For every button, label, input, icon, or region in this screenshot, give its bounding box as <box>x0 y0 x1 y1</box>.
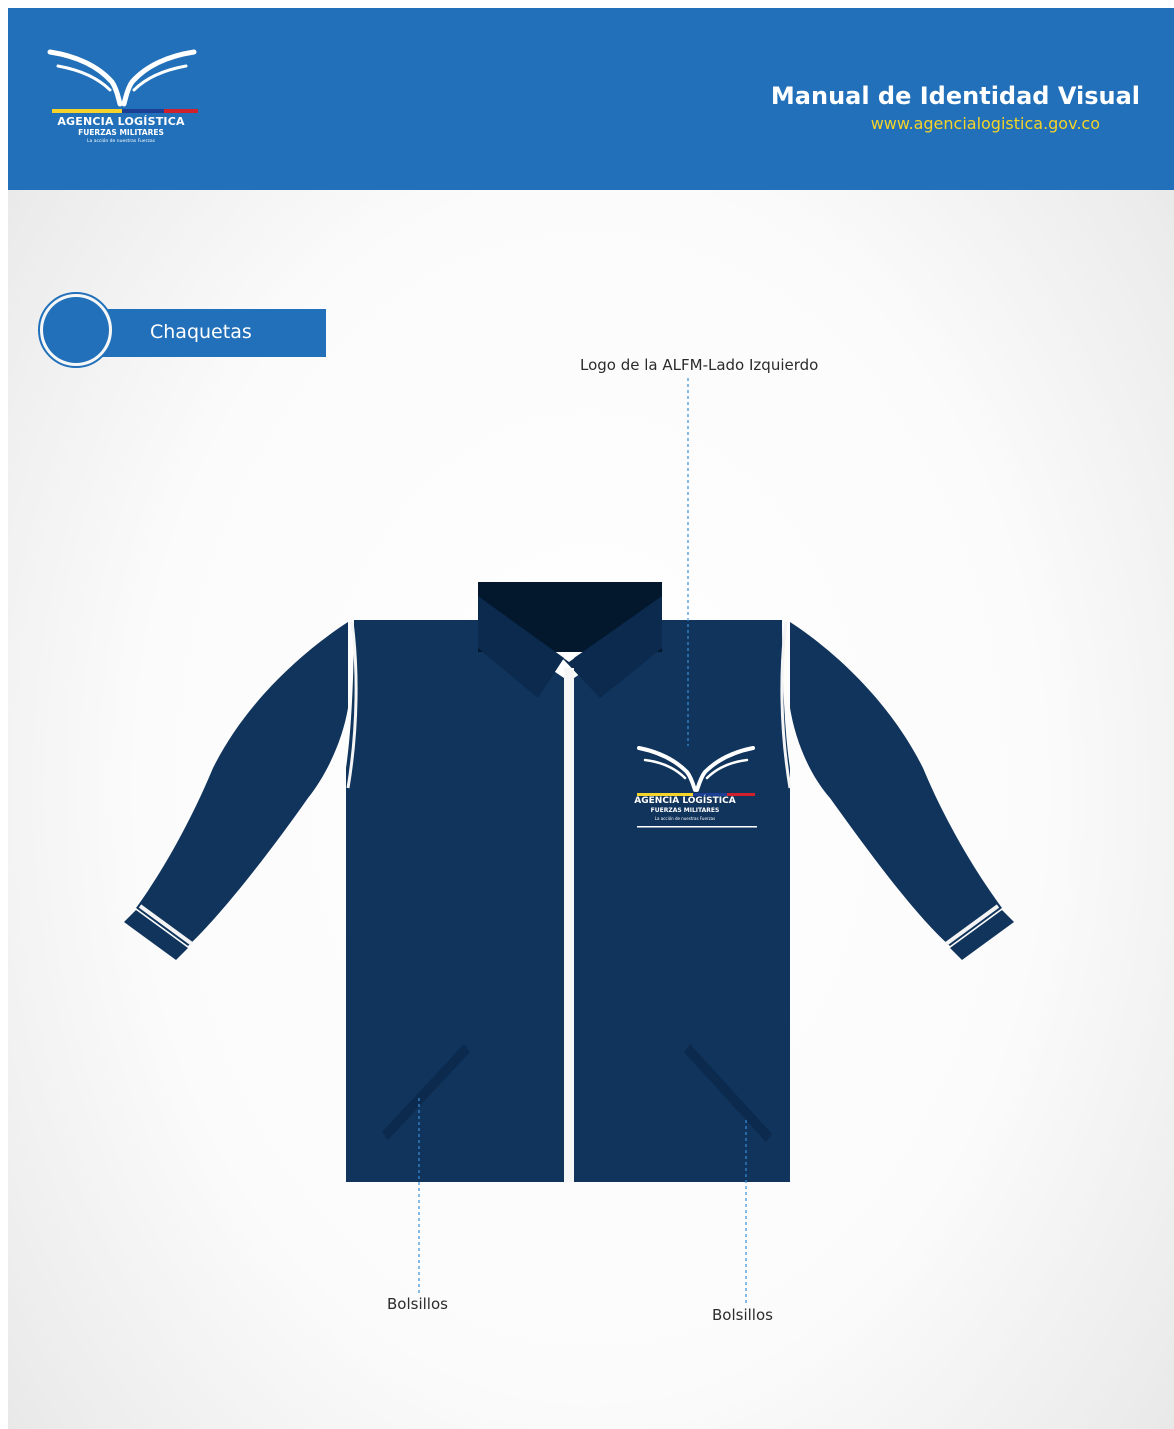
left-pocket-annotation: Bolsillos <box>387 1295 448 1313</box>
page: AGENCIA LOGÍSTICA FUERZAS MILITARES La a… <box>8 8 1174 1429</box>
jacket-left-panel <box>346 620 564 1182</box>
logo-placement-annotation: Logo de la ALFM-Lado Izquierdo <box>580 356 819 374</box>
right-pocket-annotation: Bolsillos <box>712 1306 773 1324</box>
jacket-illustration <box>124 378 1014 1304</box>
jacket-logo-subtitle: FUERZAS MILITARES <box>650 807 720 814</box>
left-sleeve <box>136 622 348 946</box>
jacket-right-panel <box>574 620 790 1182</box>
jacket-logo-name: AGENCIA LOGÍSTICA <box>634 796 736 806</box>
zipper <box>564 668 574 1182</box>
jacket-logo-tagline: La acción de nuestras Fuerzas <box>654 816 716 821</box>
right-sleeve <box>790 622 1002 946</box>
